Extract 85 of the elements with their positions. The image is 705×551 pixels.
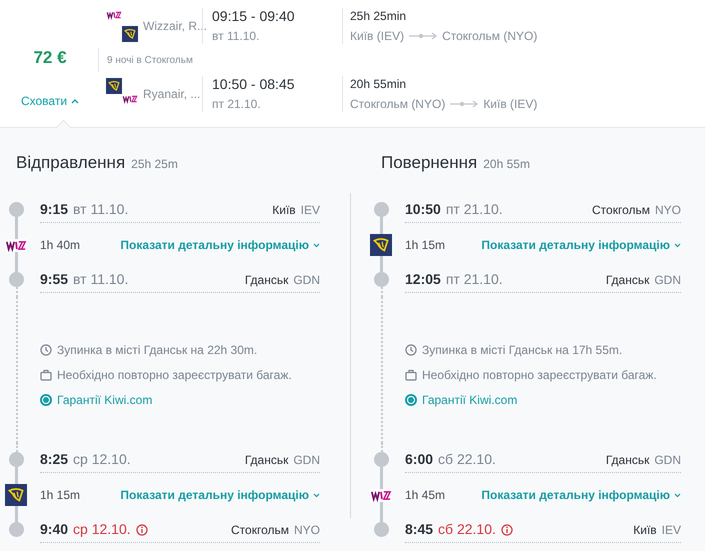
- stop-city: Гданськ: [244, 272, 288, 288]
- stop-city: Стокгольм: [592, 202, 650, 218]
- direction-title: Відправлення: [16, 152, 126, 174]
- destination: Київ (IEV): [483, 96, 538, 112]
- stop-city: Гданськ: [606, 272, 650, 288]
- airport-code: GDN: [293, 452, 320, 468]
- stop-city: Гданськ: [244, 452, 288, 468]
- route-arrow-icon: [408, 32, 438, 40]
- airport-code: IEV: [662, 522, 681, 538]
- stop-time: 10:50: [405, 200, 441, 219]
- direction-title: Повернення: [381, 152, 478, 174]
- flight-date: пт 21.10.: [212, 96, 262, 112]
- stop-date: ср 12.10.: [73, 520, 131, 539]
- destination: Стокгольм (NYO): [442, 28, 538, 44]
- airline-logo-icon: [5, 484, 27, 506]
- airline-logo-icon: [370, 234, 392, 256]
- flight-duration: 1h 15m: [405, 237, 446, 254]
- flight-duration: 1h 40m: [40, 237, 80, 254]
- stop-city: Стокгольм: [231, 522, 289, 538]
- baggage-note: Необхідно повторно зареєструвати багаж.: [422, 367, 657, 384]
- info-icon[interactable]: [500, 524, 513, 536]
- details-link[interactable]: Показати детальну інформацію: [481, 236, 681, 254]
- trip-duration: 20h 55min: [350, 76, 408, 92]
- caret-icon: [71, 98, 80, 104]
- layover-info: Зупинка в місті Гданськ на 22h 30m.: [57, 342, 258, 359]
- stop-city: Київ: [272, 202, 296, 218]
- stop-time: 9:40: [40, 520, 68, 539]
- stop-date: вт 11.10.: [73, 200, 128, 219]
- price: 72 €: [33, 48, 67, 68]
- flight-date: вт 11.10.: [212, 28, 260, 44]
- flight-times: 10:50 - 08:45: [212, 76, 296, 92]
- clock-icon: [405, 344, 417, 356]
- details-link[interactable]: Показати детальну інформацію: [481, 486, 681, 504]
- suitcase-icon: [40, 369, 52, 381]
- stop-city: Гданськ: [606, 452, 650, 468]
- stop-date: ср 12.10.: [73, 450, 131, 469]
- airline-logo-icon: [5, 238, 27, 252]
- airline-logo-icon: [106, 10, 122, 20]
- chevron-down-icon: [674, 242, 681, 248]
- airline-logo-icon: [370, 488, 392, 502]
- stop-time: 6:00: [405, 450, 434, 469]
- stop-time: 8:45: [405, 520, 434, 539]
- flight-times: 09:15 - 09:40: [212, 8, 296, 24]
- stop-date: пт 21.10.: [446, 200, 503, 219]
- chevron-down-icon: [313, 242, 320, 248]
- airline-names: Ryanair, ...: [142, 86, 202, 103]
- stop-date: вт 11.10.: [73, 270, 128, 289]
- flight-duration: 1h 15m: [40, 487, 80, 504]
- guarantee-link[interactable]: Гарантії Kiwi.com: [57, 391, 152, 409]
- airport-code: IEV: [300, 202, 320, 218]
- toggle-link[interactable]: Сховати: [20, 92, 80, 110]
- details-link[interactable]: Показати детальну інформацію: [120, 236, 320, 254]
- suitcase-icon: [405, 369, 417, 381]
- airport-code: NYO: [654, 202, 681, 218]
- layover-info: Зупинка в місті Гданськ на 17h 55m.: [422, 342, 622, 359]
- airport-code: GDN: [293, 272, 320, 288]
- stop-time: 12:05: [405, 270, 441, 289]
- trip-duration: 25h 25min: [350, 8, 408, 24]
- stop-time: 8:25: [40, 450, 68, 469]
- chevron-down-icon: [674, 492, 681, 498]
- check-circle-icon: [405, 394, 417, 406]
- route-arrow-icon: [449, 100, 480, 108]
- details-link[interactable]: Показати детальну інформацію: [120, 486, 320, 504]
- origin: Київ (IEV): [350, 28, 404, 44]
- chevron-down-icon: [313, 492, 320, 498]
- stop-date: пт 21.10.: [446, 270, 503, 289]
- airport-code: GDN: [654, 272, 681, 288]
- direction-duration: 20h 55m: [483, 156, 530, 173]
- guarantee-link[interactable]: Гарантії Kiwi.com: [422, 391, 518, 409]
- stop-time: 9:15: [40, 200, 68, 219]
- flight-duration: 1h 45m: [405, 487, 446, 504]
- stop-date: сб 22.10.: [438, 520, 496, 539]
- clock-icon: [40, 344, 52, 356]
- check-circle-icon: [40, 394, 52, 406]
- origin: Стокгольм (NYO): [350, 96, 446, 112]
- airline-logo-icon: [122, 26, 138, 42]
- info-icon[interactable]: [136, 524, 148, 536]
- stop-date: сб 22.10.: [438, 450, 496, 469]
- airport-code: NYO: [294, 522, 320, 538]
- stop-city: Київ: [633, 522, 657, 538]
- direction-duration: 25h 25m: [131, 156, 178, 173]
- airport-code: GDN: [654, 452, 681, 468]
- stop-time: 9:55: [40, 270, 68, 289]
- baggage-note: Необхідно повторно зареєструвати багаж.: [57, 367, 292, 384]
- nights-note: 9 ночі в Стокгольм: [107, 54, 193, 68]
